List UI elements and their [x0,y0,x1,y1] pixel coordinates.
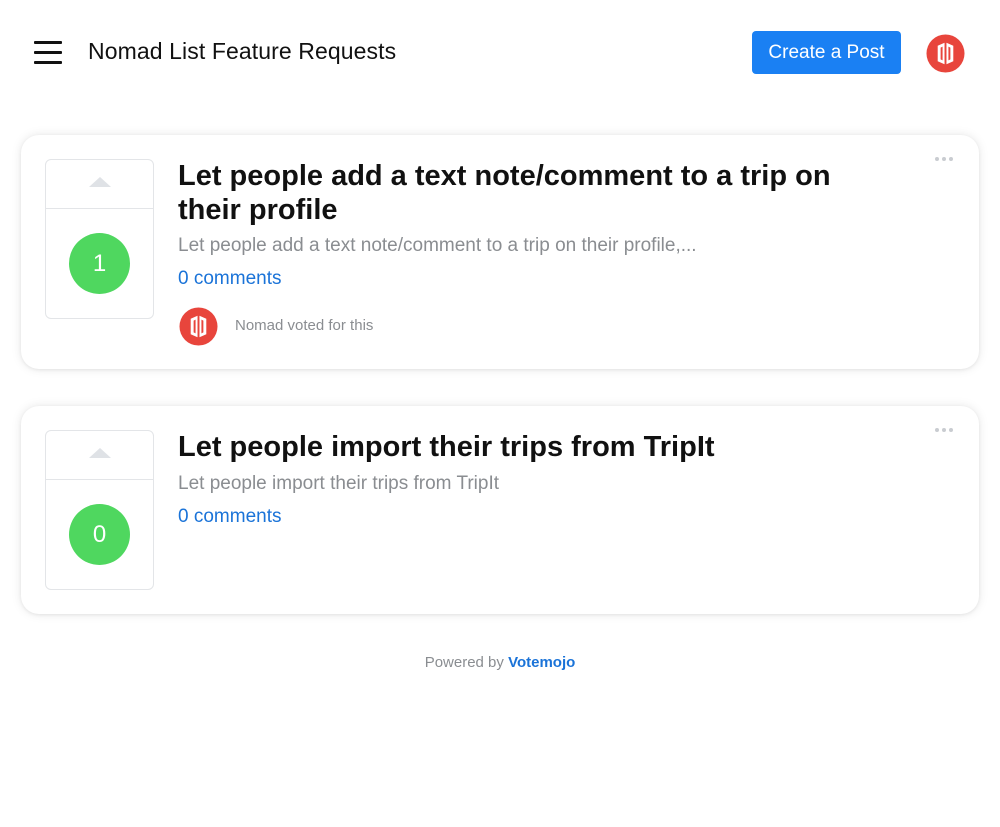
page: Nomad List Feature Requests Create a Pos… [0,0,1000,827]
page-title: Nomad List Feature Requests [88,38,397,64]
footer: Powered by Votemojo [0,654,1000,671]
post-title[interactable]: Let people import their trips from TripI… [178,430,898,464]
vote-count-badge: 1 [69,233,130,294]
post-excerpt: Let people add a text note/comment to a … [178,235,697,256]
vote-widget: 1 [45,159,154,319]
comments-link[interactable]: 0 comments [178,268,281,290]
post-card[interactable]: 1 Let people add a text note/comment to … [21,135,979,369]
upvote-arrow-icon [89,448,111,458]
post-card[interactable]: 0 Let people import their trips from Tri… [21,406,979,614]
post-excerpt: Let people import their trips from TripI… [178,473,500,494]
upvote-arrow-icon [89,177,111,187]
footer-brand-link[interactable]: Votemojo [508,654,575,671]
footer-prefix: Powered by [424,654,504,671]
more-options-icon[interactable] [935,426,955,434]
upvote-button[interactable] [46,431,153,480]
header: Nomad List Feature Requests Create a Pos… [0,0,1000,105]
hamburger-menu-icon[interactable] [34,40,62,64]
post-title[interactable]: Let people add a text note/comment to a … [178,159,898,227]
vote-widget: 0 [45,430,154,590]
vote-count-badge: 0 [69,504,130,565]
user-avatar-icon[interactable] [926,34,965,73]
voter-text: Nomad voted for this [235,317,374,334]
more-options-icon[interactable] [935,155,955,163]
voter-avatar-icon [179,307,218,346]
create-post-button[interactable]: Create a Post [752,31,901,74]
comments-link[interactable]: 0 comments [178,506,281,528]
upvote-button[interactable] [46,160,153,209]
